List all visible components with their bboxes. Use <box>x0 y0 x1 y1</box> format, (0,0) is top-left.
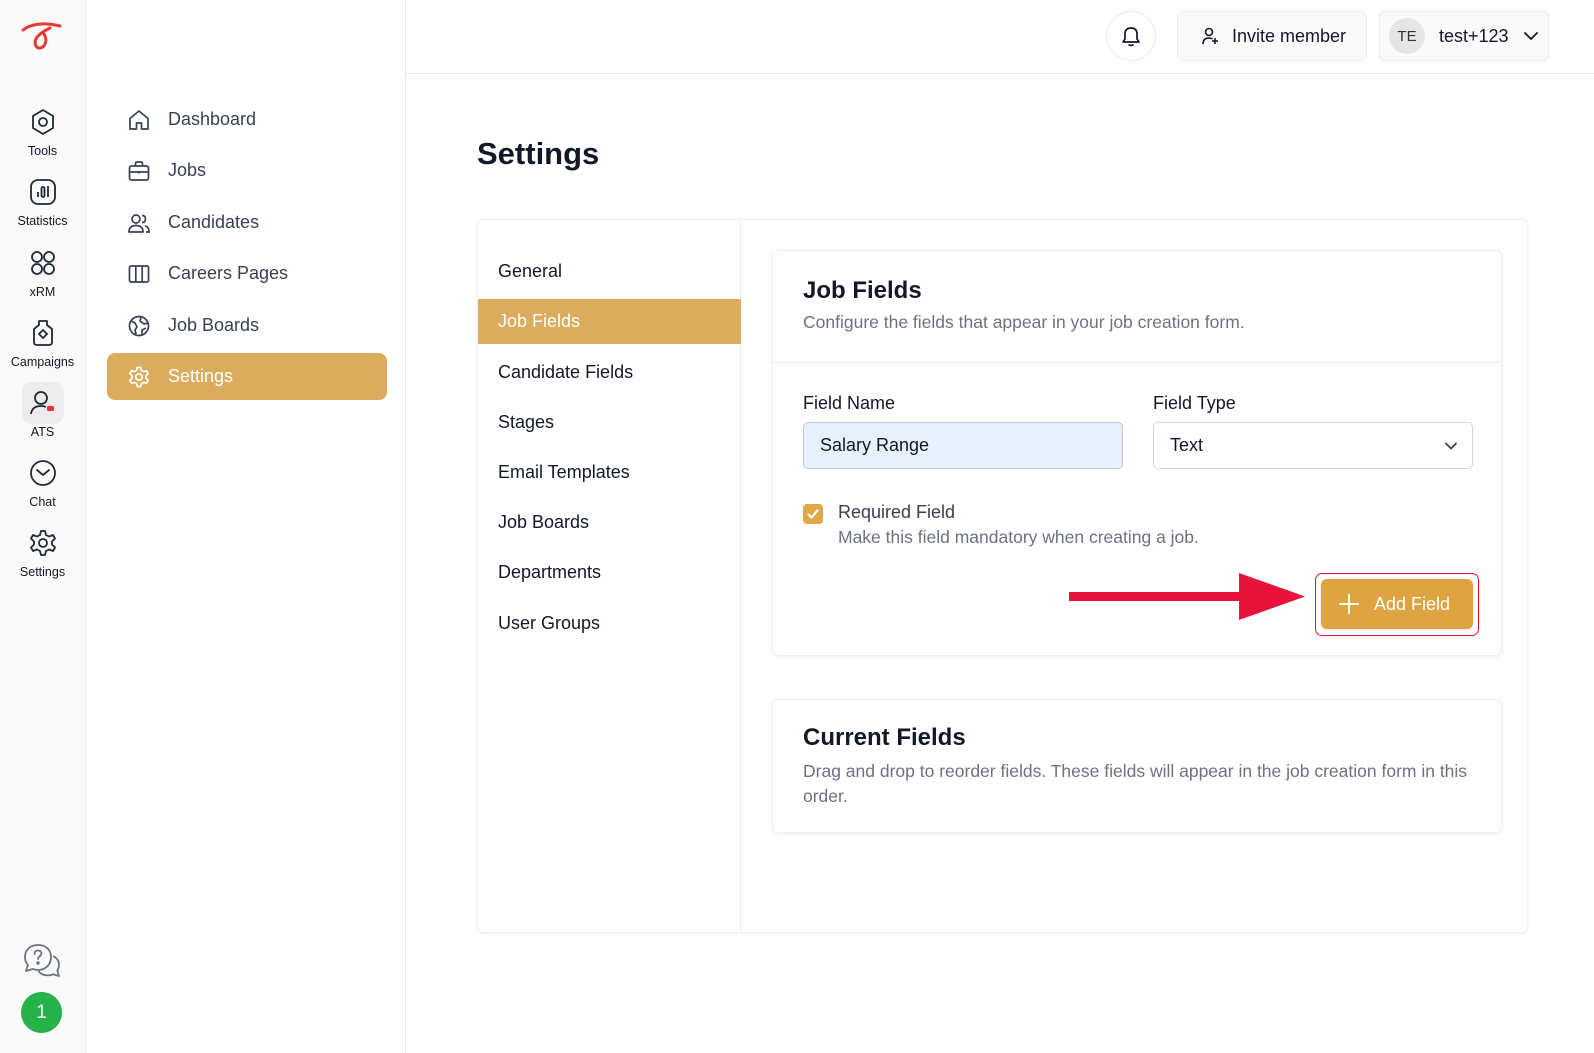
add-field-label: Add Field <box>1374 593 1451 614</box>
required-field-help: Make this field mandatory when creating … <box>838 527 1199 547</box>
rail-label: Campaigns <box>10 355 75 369</box>
subnav-item-email-templates[interactable]: Email Templates <box>478 450 741 495</box>
settings-icon <box>22 522 64 564</box>
sidebar-item-label: Dashboard <box>168 109 257 129</box>
field-name-label: Field Name <box>803 393 896 413</box>
rail-label: xRM <box>29 285 56 299</box>
subnav-item-general[interactable]: General <box>478 249 741 294</box>
sidebar-item-label: Candidates <box>168 212 260 232</box>
chat-icon <box>22 452 64 494</box>
add-field-button[interactable]: Add Field <box>1321 579 1473 629</box>
xrm-icon <box>22 242 64 284</box>
sidebar-item-candidates[interactable]: Candidates <box>107 199 387 246</box>
brand-logo-icon[interactable] <box>20 18 64 54</box>
rail-item-ats[interactable]: ATS <box>0 382 85 448</box>
current-fields-description: Drag and drop to reorder fields. These f… <box>803 761 1468 806</box>
sidebar-item-label: Jobs <box>168 160 207 180</box>
notification-count-badge[interactable]: 1 <box>21 992 62 1033</box>
current-fields-card: Current Fields Drag and drop to reorder … <box>772 699 1502 833</box>
subnav-item-candidate-fields[interactable]: Candidate Fields <box>478 350 741 395</box>
sidebar-item-careers-pages[interactable]: Careers Pages <box>107 250 387 297</box>
subnav-item-user-groups[interactable]: User Groups <box>478 601 741 646</box>
job-fields-card: Job Fields Configure the fields that app… <box>772 250 1502 656</box>
current-fields-title: Current Fields <box>803 724 966 751</box>
settings-panel: General Job Fields Candidate Fields Stag… <box>477 219 1528 933</box>
field-name-input[interactable]: Salary Range <box>803 422 1123 469</box>
rail-item-campaigns[interactable]: Campaigns <box>0 312 85 378</box>
help-chat-icon[interactable] <box>22 942 62 982</box>
avatar: TE <box>1389 18 1425 54</box>
user-plus-icon <box>1202 27 1218 45</box>
statistics-icon <box>22 171 64 213</box>
user-menu-button[interactable]: TE test+123 <box>1379 11 1549 61</box>
app-rail: Tools Statistics xRM Campaigns ATS Chat <box>0 0 86 1053</box>
required-field-label: Required Field <box>838 502 956 522</box>
rail-label: Statistics <box>17 214 68 228</box>
rail-label: Settings <box>19 565 66 579</box>
bell-icon <box>1122 27 1140 47</box>
subnav-item-departments[interactable]: Departments <box>478 550 741 595</box>
sidebar-item-jobs[interactable]: Jobs <box>107 147 387 194</box>
gear-icon <box>129 366 149 387</box>
subnav-item-job-fields[interactable]: Job Fields <box>478 299 741 344</box>
job-fields-description: Configure the fields that appear in your… <box>803 312 1245 332</box>
home-icon <box>129 109 149 130</box>
chevron-down-icon <box>1523 32 1538 40</box>
rail-item-xrm[interactable]: xRM <box>0 242 85 308</box>
sidebar-item-settings[interactable]: Settings <box>107 353 387 400</box>
sidebar-nav: Dashboard Jobs Candidates Careers Pages … <box>86 0 406 1053</box>
sidebar-item-label: Job Boards <box>168 315 260 335</box>
pointer-arrow-icon <box>1069 573 1305 620</box>
sidebar-item-dashboard[interactable]: Dashboard <box>107 96 387 143</box>
subnav-item-stages[interactable]: Stages <box>478 400 741 445</box>
notifications-button[interactable] <box>1106 11 1156 61</box>
field-type-label: Field Type <box>1153 393 1236 413</box>
rail-label: Tools <box>27 144 58 158</box>
user-name: test+123 <box>1439 25 1509 46</box>
invite-member-label: Invite member <box>1232 25 1347 46</box>
campaigns-icon <box>22 312 64 354</box>
check-icon <box>807 509 819 519</box>
sidebar-item-label: Settings <box>168 366 234 386</box>
globe-icon <box>128 315 150 336</box>
ats-icon <box>21 382 64 424</box>
briefcase-icon <box>128 160 150 181</box>
rail-item-settings[interactable]: Settings <box>0 522 85 588</box>
card-divider <box>773 362 1501 363</box>
rail-label: Chat <box>29 495 56 509</box>
sidebar-item-label: Careers Pages <box>168 263 289 283</box>
rail-item-chat[interactable]: Chat <box>0 452 85 518</box>
job-fields-title: Job Fields <box>803 277 922 304</box>
page-title: Settings <box>477 136 600 171</box>
subnav-item-job-boards[interactable]: Job Boards <box>478 500 741 545</box>
users-icon <box>128 213 150 233</box>
rail-item-tools[interactable]: Tools <box>0 101 85 167</box>
columns-icon <box>128 264 150 283</box>
settings-subnav: General Job Fields Candidate Fields Stag… <box>478 220 741 932</box>
field-type-select[interactable]: Text <box>1153 422 1473 469</box>
required-field-checkbox[interactable] <box>803 504 823 524</box>
tools-icon <box>22 101 64 143</box>
field-type-value: Text <box>1170 435 1204 455</box>
rail-item-statistics[interactable]: Statistics <box>0 171 85 237</box>
rail-label: ATS <box>30 425 55 439</box>
invite-member-button[interactable]: Invite member <box>1177 11 1367 61</box>
plus-icon <box>1339 594 1359 614</box>
chevron-down-icon <box>1445 442 1457 450</box>
sidebar-item-job-boards[interactable]: Job Boards <box>107 302 387 349</box>
top-header: Invite member TE test+123 <box>406 0 1594 74</box>
